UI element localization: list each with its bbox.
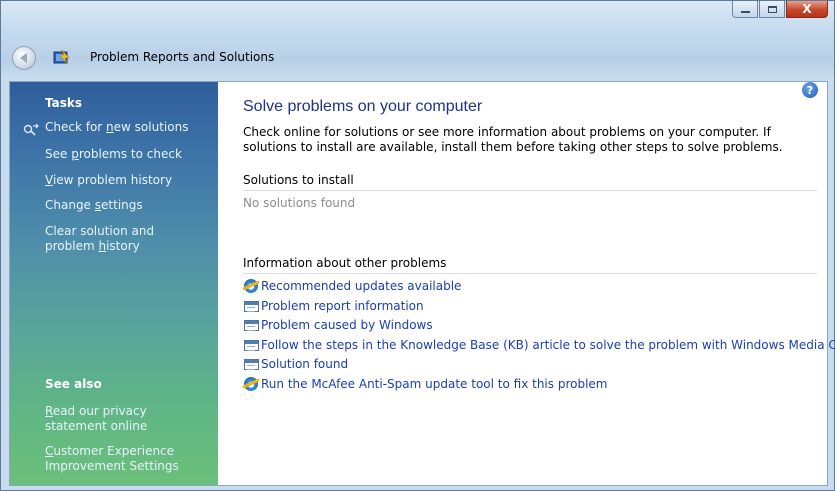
solutions-to-install-header: Solutions to install (243, 173, 817, 191)
task-pane: Tasks Check for new solutions See proble… (10, 82, 218, 485)
back-arrow-icon (19, 53, 27, 63)
intro-text: Check online for solutions or see more i… (243, 125, 783, 154)
minimize-button[interactable] (732, 1, 758, 18)
problem-link-label: Problem caused by Windows (261, 318, 433, 332)
report-icon (243, 356, 259, 372)
link-text: Check for (45, 120, 107, 134)
access-key: R (45, 404, 53, 418)
task-check-for-new-solutions[interactable]: Check for new solutions (45, 120, 205, 135)
problem-link-report-information[interactable]: Problem report information (243, 298, 424, 314)
problem-link-label: Recommended updates available (261, 279, 462, 293)
search-solutions-icon (23, 124, 39, 136)
problem-link-caused-by-windows[interactable]: Problem caused by Windows (243, 317, 433, 333)
link-privacy-statement[interactable]: Read our privacy statement online (45, 404, 205, 434)
problem-link-solution-found[interactable]: Solution found (243, 356, 348, 372)
problem-link-mcafee-update[interactable]: Run the McAfee Anti-Spam update tool to … (243, 376, 607, 392)
problem-link-label: Solution found (261, 357, 349, 371)
problem-reports-icon (53, 49, 70, 65)
ie-icon (243, 278, 259, 294)
task-view-problem-history[interactable]: View problem history (45, 173, 205, 188)
no-solutions-text: No solutions found (243, 196, 356, 210)
access-key: V (45, 173, 53, 187)
problem-link-label: Follow the steps in the Knowledge Base (… (261, 338, 835, 352)
link-text: ew solutions (113, 120, 189, 134)
maximize-button[interactable] (759, 1, 785, 18)
problem-link-label: Run the McAfee Anti-Spam update tool to … (261, 377, 608, 391)
help-icon[interactable]: ? (802, 82, 818, 98)
link-text: istory (106, 239, 140, 253)
access-key: n (106, 120, 114, 134)
tasks-header: Tasks (45, 96, 83, 110)
maximize-icon (767, 5, 777, 13)
task-change-settings[interactable]: Change settings (45, 198, 205, 213)
report-icon (243, 337, 259, 353)
content-area: Tasks Check for new solutions See proble… (9, 81, 835, 486)
close-icon: X (802, 2, 812, 16)
app-window: X Problem Reports and Solutions Tasks Ch… (0, 0, 835, 491)
problem-link-recommended-updates[interactable]: Recommended updates available (243, 278, 461, 294)
link-text: ettings (101, 198, 143, 212)
problem-link-label: Problem report information (261, 299, 424, 313)
access-key: h (98, 239, 107, 253)
report-icon (243, 298, 259, 314)
link-text: roblems to check (78, 147, 182, 161)
other-problems-header: Information about other problems (243, 256, 817, 274)
report-icon (243, 317, 259, 333)
link-text: See (45, 147, 72, 161)
ie-icon (243, 376, 259, 392)
link-text: ead our privacy statement online (45, 404, 148, 433)
link-text: iew problem history (52, 173, 173, 187)
minimize-icon (740, 11, 750, 13)
link-text: ustomer Experience Improvement Settings (45, 444, 179, 473)
close-button[interactable]: X (786, 1, 828, 18)
back-button[interactable] (12, 46, 36, 70)
access-key: p (71, 147, 79, 161)
navigation-bar: Problem Reports and Solutions (1, 39, 834, 77)
link-ceip-settings[interactable]: Customer Experience Improvement Settings (45, 444, 205, 474)
window-title: Problem Reports and Solutions (90, 50, 275, 64)
problem-link-kb-article[interactable]: Follow the steps in the Knowledge Base (… (243, 337, 835, 353)
task-clear-solution-and-problem-history[interactable]: Clear solution and problem history (45, 224, 205, 254)
see-also-header: See also (45, 377, 102, 391)
link-text: Change (45, 198, 95, 212)
caption-buttons: X (732, 1, 828, 18)
task-see-problems-to-check[interactable]: See problems to check (45, 147, 205, 162)
page-title: Solve problems on your computer (243, 98, 483, 115)
